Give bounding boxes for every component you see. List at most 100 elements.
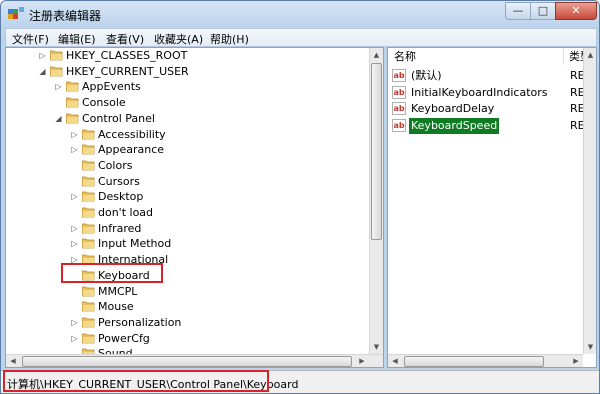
- expand-arrow-icon[interactable]: ▷: [38, 51, 47, 60]
- expand-arrow-icon[interactable]: ▷: [70, 334, 79, 343]
- menu-bar: 文件(F) 编辑(E) 查看(V) 收藏夹(A) 帮助(H): [5, 28, 597, 47]
- tree-node-powercfg[interactable]: ▷ PowerCfg: [6, 331, 366, 346]
- expand-arrow-icon[interactable]: ▷: [70, 224, 79, 233]
- tree-horizontal-scrollbar[interactable]: ◀ ▶: [6, 354, 383, 367]
- value-name: KeyboardDelay: [411, 102, 495, 115]
- scroll-down-arrow-icon[interactable]: ▼: [370, 340, 383, 354]
- scroll-right-arrow-icon[interactable]: ▶: [569, 355, 583, 367]
- folder-icon: [82, 317, 95, 328]
- scrollbar-thumb[interactable]: [22, 356, 352, 367]
- collapse-arrow-icon[interactable]: ◢: [38, 67, 47, 76]
- values-pane[interactable]: 名称 类型 ab (默认) REG_S ab InitialKeyboardIn…: [387, 47, 597, 368]
- string-value-icon: ab: [392, 69, 406, 82]
- tree-node-label: Cursors: [98, 174, 140, 188]
- window-title: 注册表编辑器: [29, 9, 102, 23]
- tree-node-label: Control Panel: [82, 111, 155, 125]
- tree-node-infrared[interactable]: ▷ Infrared: [6, 221, 366, 236]
- close-button[interactable]: ✕: [555, 2, 597, 20]
- value-row[interactable]: ab KeyboardDelay REG_S: [388, 101, 596, 117]
- expand-arrow-icon[interactable]: ▷: [70, 239, 79, 248]
- key-tree-pane[interactable]: ▷ HKEY_CLASSES_ROOT ◢ HKEY_CURRENT_USER ▷ App…: [5, 47, 384, 368]
- expand-arrow-icon[interactable]: ▷: [54, 82, 63, 91]
- values-vertical-scrollbar[interactable]: ▲ ▼: [583, 48, 596, 354]
- menu-edit[interactable]: 编辑(E): [58, 31, 96, 47]
- tree-node-label: Mouse: [98, 300, 134, 314]
- folder-icon: [82, 301, 95, 312]
- tree-node-desktop[interactable]: ▷ Desktop: [6, 189, 366, 204]
- tree-node-console[interactable]: Console: [6, 95, 366, 110]
- menu-file[interactable]: 文件(F): [12, 31, 49, 47]
- tree-node-hkey-classes-root[interactable]: ▷ HKEY_CLASSES_ROOT: [6, 48, 366, 63]
- values-horizontal-scrollbar[interactable]: ◀ ▶: [388, 354, 583, 367]
- folder-icon: [82, 176, 95, 186]
- tree-node-label: HKEY_CURRENT_USER: [66, 64, 189, 78]
- tree-node-mouse[interactable]: Mouse: [6, 299, 366, 314]
- folder-icon: [82, 129, 95, 139]
- tree-node-label: Appearance: [98, 143, 165, 157]
- path-annotation-box: [3, 370, 269, 392]
- string-value-icon: ab: [392, 119, 406, 132]
- scroll-up-arrow-icon[interactable]: ▲: [584, 48, 596, 62]
- tree-node-appearance[interactable]: ▷ Appearance: [6, 142, 366, 157]
- column-header-name[interactable]: 名称: [388, 48, 564, 65]
- folder-icon: [50, 50, 63, 61]
- tree-node-mmcpl[interactable]: MMCPL: [6, 284, 366, 299]
- tree-node-label: PowerCfg: [98, 331, 150, 345]
- scroll-up-arrow-icon[interactable]: ▲: [370, 48, 383, 62]
- string-value-icon: ab: [392, 102, 406, 115]
- folder-icon: [82, 160, 95, 171]
- expand-arrow-icon[interactable]: ▷: [70, 130, 79, 139]
- menu-view[interactable]: 查看(V): [106, 31, 144, 47]
- tree-node-international[interactable]: ▷ International: [6, 252, 366, 267]
- scrollbar-thumb[interactable]: [404, 356, 544, 367]
- value-name: InitialKeyboardIndicators: [411, 86, 548, 99]
- tree-node-keyboard[interactable]: Keyboard: [6, 268, 366, 283]
- tree-node-label: Desktop: [98, 190, 144, 204]
- tree-node-cursors[interactable]: Cursors: [6, 174, 366, 189]
- minimize-button[interactable]: —: [505, 2, 531, 20]
- registry-editor-icon: [8, 7, 24, 19]
- tree-node-label: MMCPL: [98, 284, 138, 298]
- value-row-selected[interactable]: ab KeyboardSpeed REG_S: [388, 118, 596, 134]
- value-row[interactable]: ab (默认) REG_S: [388, 68, 596, 84]
- folder-icon: [66, 97, 79, 108]
- tree-node-hkey-current-user[interactable]: ◢ HKEY_CURRENT_USER: [6, 64, 366, 79]
- scroll-left-arrow-icon[interactable]: ◀: [388, 355, 402, 367]
- tree-node-label: HKEY_CLASSES_ROOT: [66, 49, 188, 62]
- menu-help[interactable]: 帮助(H): [210, 31, 249, 47]
- scroll-down-arrow-icon[interactable]: ▼: [584, 340, 596, 354]
- tree-node-label: don't load: [98, 206, 154, 219]
- tree-node-input-method[interactable]: ▷ Input Method: [6, 236, 366, 251]
- folder-icon: [66, 113, 79, 124]
- folder-icon: [66, 81, 79, 92]
- expand-arrow-icon[interactable]: ▷: [70, 192, 79, 201]
- scroll-left-arrow-icon[interactable]: ◀: [6, 355, 20, 367]
- folder-icon: [82, 333, 95, 343]
- value-name: (默认): [411, 69, 442, 82]
- tree-node-label: Accessibility: [98, 127, 166, 141]
- collapse-arrow-icon[interactable]: ◢: [54, 114, 63, 123]
- registry-editor-window: 注册表编辑器 — □ ✕ 文件(F) 编辑(E) 查看(V) 收藏夹(A) 帮助…: [0, 0, 600, 394]
- tree-node-label: Personalization: [98, 315, 182, 329]
- maximize-button[interactable]: □: [530, 2, 556, 20]
- tree-node-label: Infrared: [98, 221, 142, 235]
- title-bar[interactable]: 注册表编辑器 — □ ✕: [1, 1, 599, 27]
- tree-vertical-scrollbar[interactable]: ▲ ▼: [369, 48, 383, 354]
- value-name: KeyboardSpeed: [409, 118, 500, 134]
- tree-node-accessibility[interactable]: ▷ Accessibility: [6, 127, 366, 142]
- tree-node-colors[interactable]: Colors: [6, 158, 366, 173]
- string-value-icon: ab: [392, 86, 406, 99]
- tree-node-personalization[interactable]: ▷ Personalization: [6, 315, 366, 330]
- expand-arrow-icon[interactable]: ▷: [70, 145, 79, 154]
- keyboard-annotation-box: [61, 263, 163, 283]
- scroll-right-arrow-icon[interactable]: ▶: [355, 355, 369, 367]
- tree-node-control-panel[interactable]: ◢ Control Panel: [6, 111, 366, 126]
- scrollbar-thumb[interactable]: [371, 63, 382, 240]
- expand-arrow-icon[interactable]: ▷: [70, 318, 79, 327]
- menu-favorites[interactable]: 收藏夹(A): [154, 31, 203, 47]
- folder-icon: [82, 223, 95, 234]
- value-row[interactable]: ab InitialKeyboardIndicators REG_S: [388, 85, 596, 101]
- tree-node-don-t-load[interactable]: don't load: [6, 205, 366, 220]
- tree-node-appevents[interactable]: ▷ AppEvents: [6, 79, 366, 94]
- folder-icon: [82, 207, 95, 218]
